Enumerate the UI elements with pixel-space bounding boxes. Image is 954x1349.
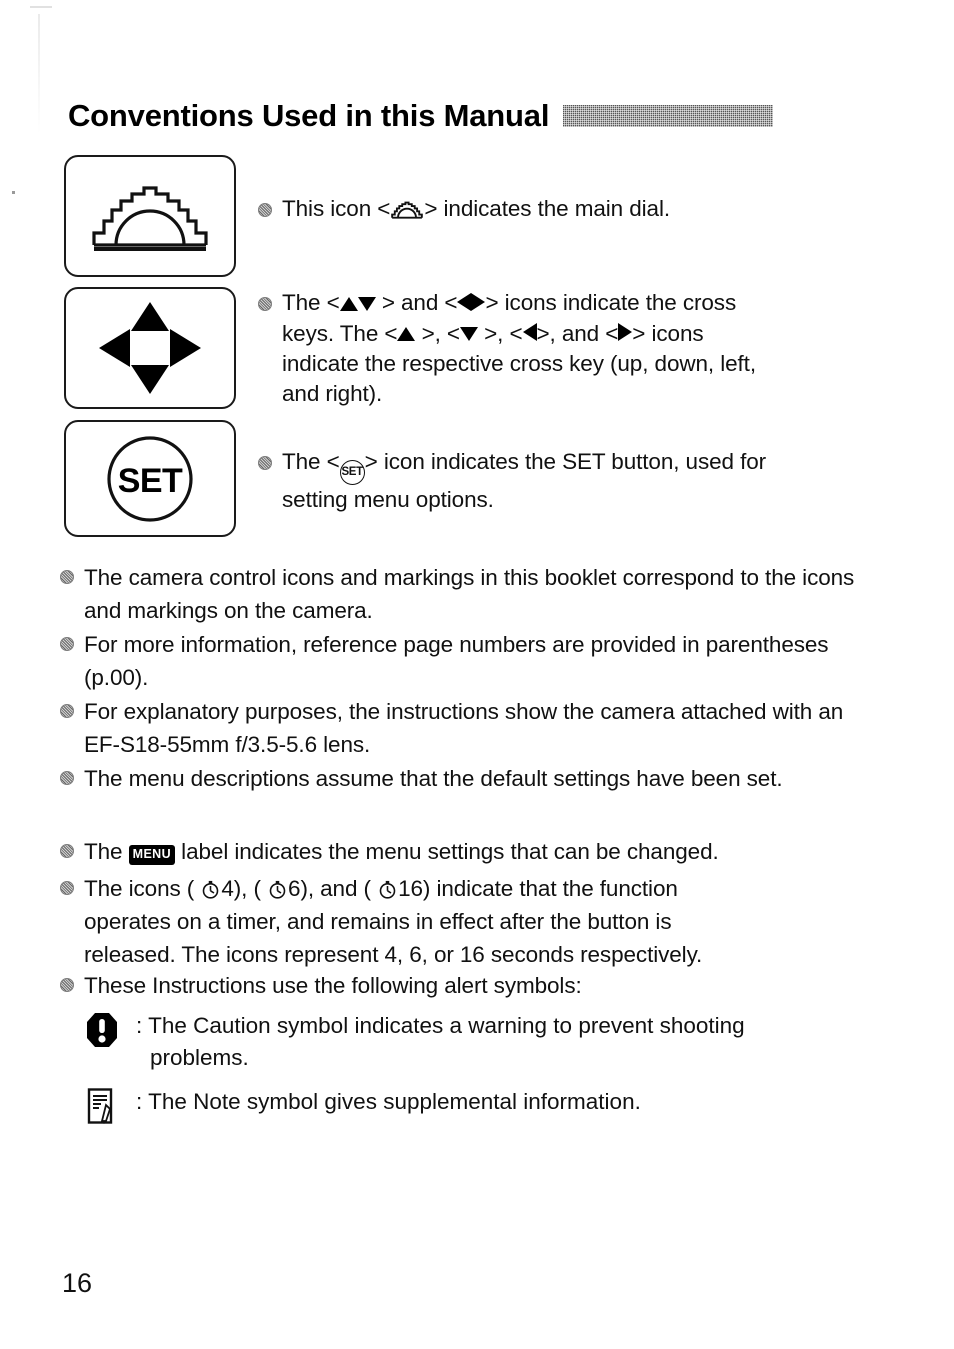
manual-page: Conventions Used in this Manual SET This… — [0, 0, 954, 1349]
triangle-left-icon — [457, 293, 472, 311]
triangle-left-icon — [522, 323, 537, 341]
alert-note-row: : The Note symbol gives supplemental inf… — [84, 1086, 874, 1124]
text-fragment: >, and < — [536, 321, 619, 346]
icon-box-cross-keys — [64, 287, 236, 409]
list-item-text: For explanatory purposes, the instructio… — [84, 699, 844, 757]
text-fragment: The < — [282, 290, 340, 315]
text-fragment: ), ( — [233, 876, 268, 901]
header-decoration-bar — [563, 105, 774, 128]
main-dial-icon — [391, 201, 424, 219]
text-fragment: The — [84, 839, 129, 864]
triangle-up-icon — [339, 297, 358, 311]
entry-main-dial: This icon < > indicates the main dial. — [258, 194, 858, 224]
text-fragment: > icon indicates the SET button, used fo… — [364, 449, 767, 474]
text-fragment: >, < — [421, 321, 460, 346]
caution-glyph-wrap — [84, 1010, 120, 1048]
triangle-down-icon — [357, 297, 376, 311]
entry-cross-keys-text: The < > and < > icons indicate the cross … — [282, 288, 756, 409]
text-fragment: setting menu options. — [282, 487, 494, 512]
set-box-label: SET — [118, 462, 183, 500]
alerts-intro-text: These Instructions use the following ale… — [84, 973, 582, 998]
entry-cross-keys: The < > and < > icons indicate the cross … — [258, 288, 858, 409]
bullet-marker — [258, 456, 272, 470]
main-dial-icon — [92, 186, 208, 251]
scan-artifact-speck — [12, 191, 15, 194]
bullet-marker — [60, 570, 74, 584]
note-glyph-wrap — [84, 1086, 120, 1124]
triangle-up-icon — [397, 327, 416, 341]
text-fragment: indicate the respective cross key (up, d… — [282, 351, 756, 376]
triangle-right-icon — [618, 323, 633, 341]
icon-box-set-button: SET — [64, 420, 236, 537]
list-item-text: The icons ( 4), ( 6), and ( 16) indicate… — [84, 872, 702, 971]
timer-4s-icon — [203, 880, 219, 899]
list-item-alerts-intro: These Instructions use the following ale… — [60, 969, 860, 1002]
list-item: For explanatory purposes, the instructio… — [60, 695, 860, 761]
timer-6s-icon — [269, 880, 286, 899]
text-fragment: problems. — [150, 1045, 249, 1070]
list-item-text: The menu descriptions assume that the de… — [84, 766, 783, 791]
timer-value: 16 — [398, 876, 423, 901]
alert-note-text: : The Note symbol gives supplemental inf… — [136, 1086, 641, 1118]
entry-main-dial-text: This icon < > indicates the main dial. — [282, 194, 670, 224]
left-right-arrows-icon — [457, 289, 486, 319]
entry-set-button-text: The < SET> icon indicates the SET button,… — [282, 447, 766, 515]
text-fragment: : The Note symbol gives supplemental inf… — [136, 1089, 641, 1114]
scan-artifact-left — [38, 14, 40, 134]
bullet-marker — [60, 978, 74, 992]
text-fragment: : The Caution symbol indicates a warning… — [136, 1013, 745, 1038]
page-number: 16 — [62, 1268, 93, 1298]
set-button-icon: SET — [107, 435, 193, 522]
timer-value: 4 — [221, 876, 234, 901]
alert-caution-text: : The Caution symbol indicates a warning… — [136, 1010, 745, 1074]
list-item-menu-label: The MENU label indicates the menu settin… — [60, 835, 860, 868]
bullet-marker — [60, 704, 74, 718]
text-fragment: > icons — [632, 321, 704, 346]
scan-artifact-top — [30, 6, 52, 8]
text-fragment: label indicates the menu settings that c… — [175, 839, 719, 864]
text-fragment: keys. The < — [282, 321, 398, 346]
menu-badge-icon: MENU — [128, 845, 176, 865]
bullet-marker — [60, 637, 74, 651]
bullet-marker — [258, 297, 272, 311]
text-fragment: released. The icons represent 4, 6, or 1… — [84, 942, 703, 967]
text-fragment: and right). — [282, 381, 383, 406]
triangle-down-icon — [459, 327, 478, 341]
bullet-marker — [60, 844, 74, 858]
text-fragment: The icons ( — [84, 876, 201, 901]
list-item: For more information, reference page num… — [60, 628, 860, 694]
text-fragment: > indicates the main dial. — [424, 196, 670, 221]
text-fragment: ), and ( — [300, 876, 378, 901]
timer-16s-icon — [379, 880, 396, 899]
bullet-marker — [60, 881, 74, 895]
alert-caution-row: : The Caution symbol indicates a warning… — [84, 1010, 874, 1074]
list-item: The camera control icons and markings in… — [60, 561, 860, 627]
bullet-marker — [258, 203, 272, 217]
list-item-text: The MENU label indicates the menu settin… — [84, 835, 719, 868]
list-item-text: The camera control icons and markings in… — [84, 565, 855, 623]
text-fragment: > and < — [381, 290, 458, 315]
page-header: Conventions Used in this Manual — [68, 98, 858, 133]
text-fragment: >, < — [484, 321, 523, 346]
set-button-icon: SET — [339, 460, 365, 485]
entry-set-button: The < SET> icon indicates the SET button,… — [258, 447, 858, 515]
text-fragment: ) indicate that the function — [422, 876, 678, 901]
bullet-marker — [60, 771, 74, 785]
text-fragment: The < — [282, 449, 340, 474]
text-fragment: operates on a timer, and remains in effe… — [84, 909, 672, 934]
text-fragment: > icons indicate the cross — [485, 290, 737, 315]
page-title: Conventions Used in this Manual — [68, 98, 550, 133]
list-item: The menu descriptions assume that the de… — [60, 762, 860, 795]
icon-box-main-dial — [64, 155, 236, 277]
timer-value: 6 — [288, 876, 301, 901]
caution-icon — [87, 1013, 117, 1047]
cross-keys-icon — [99, 302, 201, 394]
list-item-text: For more information, reference page num… — [84, 632, 829, 690]
text-fragment: This icon < — [282, 196, 391, 221]
note-icon — [87, 1088, 113, 1124]
up-down-arrows-icon — [339, 289, 376, 319]
triangle-right-icon — [471, 293, 486, 311]
list-item-timer-icons: The icons ( 4), ( 6), and ( 16) indicate… — [60, 872, 860, 971]
